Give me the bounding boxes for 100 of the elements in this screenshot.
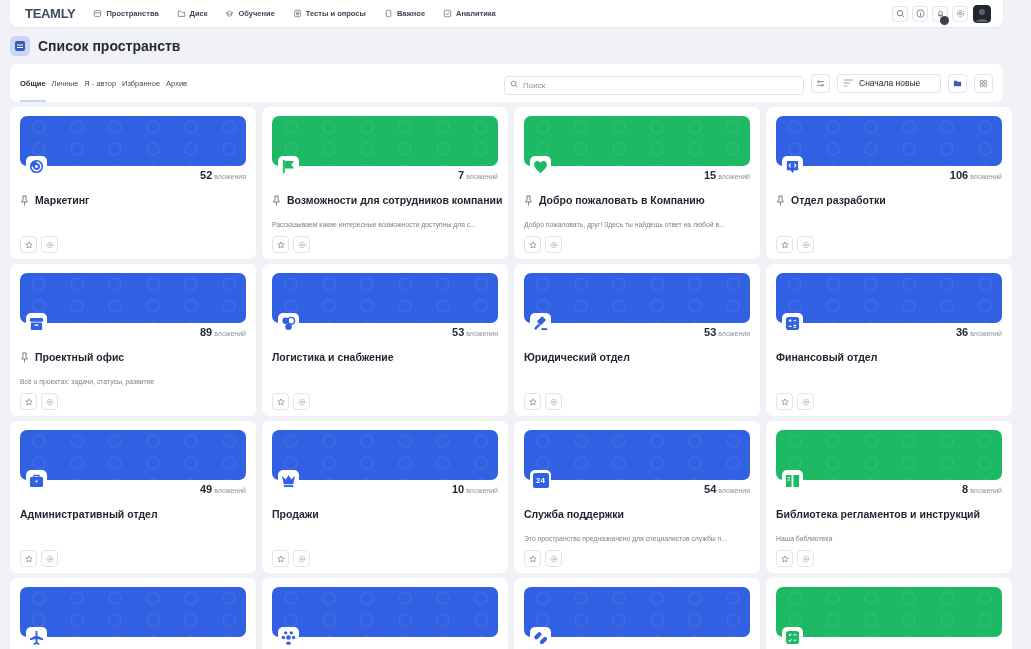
bell-icon [935,9,945,18]
favorite-button[interactable] [20,393,37,410]
favorite-button[interactable] [272,236,289,253]
attachment-count: 10 [451,483,465,495]
gear-icon [45,240,54,249]
grid-view-button[interactable] [974,73,993,93]
star-icon [780,397,789,406]
gear-icon [955,9,965,18]
heart-icon [533,159,548,174]
avatar[interactable] [973,4,991,23]
space-title: Маркетинг [35,194,90,206]
settings-button[interactable] [797,550,814,567]
settings-button[interactable] [293,393,310,410]
gear-icon [45,397,54,406]
sliders-icon [816,78,825,88]
gear-icon [549,397,558,406]
gear-icon [297,397,306,406]
briefcase-icon [29,473,44,488]
star-icon [528,397,537,406]
logo[interactable]: TEAMLY [25,6,76,21]
settings-button[interactable] [545,236,562,253]
calculator-icon [785,316,800,331]
graduation-cap-icon [225,9,235,18]
folder-list-icon [93,9,103,18]
code-chat-icon [785,159,800,174]
star-icon [276,397,285,406]
attachment-count: 53 [704,326,717,338]
settings-button[interactable] [41,236,58,253]
search-icon [510,79,518,88]
info-icon [915,9,925,18]
gear-icon [297,554,306,563]
gear-icon [549,554,558,563]
page-title: Список пространств [38,38,181,54]
star-icon [780,554,789,563]
gear-icon [549,240,558,249]
spaces-icon [10,36,30,56]
gear-icon [45,554,54,563]
sort-dropdown[interactable]: Сначала новые [837,73,941,93]
gear-icon [801,554,810,563]
space-title: Финансовый отдел [776,351,878,363]
notifications-button[interactable] [932,5,948,22]
space-title: Библиотека регламентов и инструкций [776,508,980,520]
star-icon [780,240,789,249]
people-icon [281,630,296,645]
favorite-button[interactable] [20,550,37,567]
space-title: Логистика и снабжение [272,351,394,363]
space-title: Возможности для сотрудников компании [287,194,503,206]
folder-icon [953,78,962,88]
chat-bubble-icon: 24 [532,473,549,488]
star-icon [276,240,285,249]
settings-button[interactable] [545,550,562,567]
space-title: Служба поддержки [524,508,624,520]
favorite-button[interactable] [20,236,37,253]
settings-button[interactable] [797,393,814,410]
space-title: Продажи [272,508,319,520]
search-field[interactable]: Поиск [504,75,804,95]
folder-button[interactable] [948,73,967,93]
archive-box-icon [29,316,44,331]
favorite-button[interactable] [272,550,289,567]
spiral-icon [29,159,44,174]
sort-icon [844,79,853,87]
attachment-count: 52 [200,169,213,181]
search-icon [895,9,905,18]
star-icon [528,240,537,249]
attachment-count: 53 [452,326,465,338]
pills-icon [533,630,548,645]
space-title: Отдел разработки [791,194,886,206]
space-title: Проектный офис [35,351,125,363]
star-icon [24,397,33,406]
attachment-count: 89 [199,326,213,338]
space-title: Юридический отдел [524,351,630,363]
favorite-button[interactable] [524,393,541,410]
settings-button[interactable] [545,393,562,410]
gear-icon [801,240,810,249]
gear-icon [801,397,810,406]
favorite-button[interactable] [524,236,541,253]
gear-icon [297,240,306,249]
crown-icon [281,473,296,488]
space-title: Административный отдел [20,508,158,520]
attachment-count: 54 [704,483,717,495]
star-icon [276,554,285,563]
favorite-button[interactable] [776,550,793,567]
settings-button[interactable] [797,236,814,253]
favorite-button[interactable] [272,393,289,410]
folder-icon [176,9,186,18]
star-icon [24,554,33,563]
notification-dot [940,15,949,25]
favorite-button[interactable] [524,550,541,567]
star-icon [528,554,537,563]
favorite-button[interactable] [776,393,793,410]
favorite-button[interactable] [776,236,793,253]
settings-button[interactable] [293,550,310,567]
attachment-count: 106 [949,169,969,181]
settings-button[interactable] [41,393,58,410]
gavel-icon [533,316,548,331]
star-icon [24,240,33,249]
search-button[interactable] [892,5,908,22]
settings-button[interactable] [293,236,310,253]
settings-button[interactable] [41,550,58,567]
filter-button[interactable] [811,73,830,93]
